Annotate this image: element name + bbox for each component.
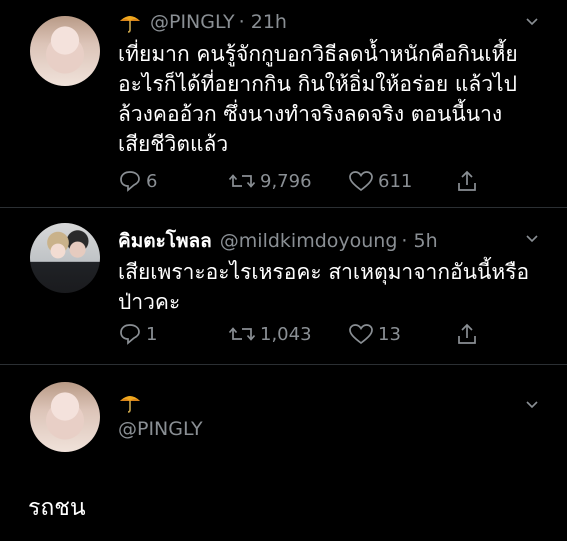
tweet-thread: @PINGLY · 21h เที่ยมาก คนรู้จักกูบอกวิธี…: [0, 0, 567, 541]
tweet-actions: 1 1,043 13: [118, 320, 498, 348]
tweet-3[interactable]: @PINGLY รถชน: [0, 365, 567, 541]
share-icon: [458, 170, 476, 191]
reply-icon: [120, 171, 140, 192]
like-count: 13: [378, 323, 401, 345]
reply-button[interactable]: 1: [118, 323, 157, 345]
timestamp[interactable]: · 5h: [401, 230, 437, 252]
tweet-2[interactable]: คิมตะโพลล @mildkimdoyoung · 5h เสียเพราะ…: [0, 208, 567, 363]
display-name[interactable]: คิมตะโพลล: [118, 226, 212, 256]
share-icon: [458, 323, 476, 344]
heart-icon: [349, 324, 373, 345]
tweet-text: เที่ยมาก คนรู้จักกูบอกวิธีลดน้ำหนักคือกิ…: [118, 42, 518, 156]
heart-icon: [349, 171, 373, 192]
avatar[interactable]: [30, 223, 100, 293]
retweet-button[interactable]: 1,043: [228, 323, 312, 345]
retweet-icon: [228, 174, 256, 188]
reply-count: 6: [146, 170, 158, 192]
like-button[interactable]: 611: [348, 170, 412, 192]
chevron-down-icon[interactable]: [525, 15, 539, 29]
retweet-button[interactable]: 9,796: [228, 170, 312, 192]
retweet-icon: [228, 327, 256, 341]
share-button[interactable]: [456, 169, 478, 193]
retweet-count: 9,796: [260, 170, 312, 192]
retweet-count: 1,043: [260, 323, 312, 345]
tweet-1[interactable]: @PINGLY · 21h เที่ยมาก คนรู้จักกูบอกวิธี…: [0, 0, 567, 205]
tweet-text: เสียเพราะอะไรเหรอคะ สาเหตุมาจากอันนี้หรื…: [118, 260, 530, 314]
handle[interactable]: @PINGLY: [150, 11, 235, 33]
umbrella-emoji: [120, 16, 140, 33]
tweet-header: คิมตะโพลล @mildkimdoyoung · 5h: [118, 226, 438, 256]
tweet-header: @PINGLY: [118, 418, 203, 440]
reply-icon: [120, 324, 140, 345]
timestamp[interactable]: · 21h: [239, 11, 287, 33]
chevron-down-icon[interactable]: [525, 398, 539, 412]
handle[interactable]: @PINGLY: [118, 418, 203, 440]
reply-count: 1: [146, 323, 158, 345]
share-button[interactable]: [456, 322, 478, 346]
tweet-header: @PINGLY · 21h: [118, 11, 287, 33]
avatar[interactable]: [30, 16, 100, 86]
avatar[interactable]: [30, 382, 100, 452]
tweet-actions: 6 9,796 611: [118, 167, 498, 195]
chevron-down-icon[interactable]: [525, 232, 539, 246]
handle[interactable]: @mildkimdoyoung: [220, 230, 398, 252]
like-count: 611: [378, 170, 413, 192]
reply-button[interactable]: 6: [118, 170, 157, 192]
like-button[interactable]: 13: [348, 323, 401, 345]
tweet-text: รถชน: [28, 495, 86, 521]
umbrella-emoji: [120, 396, 140, 413]
